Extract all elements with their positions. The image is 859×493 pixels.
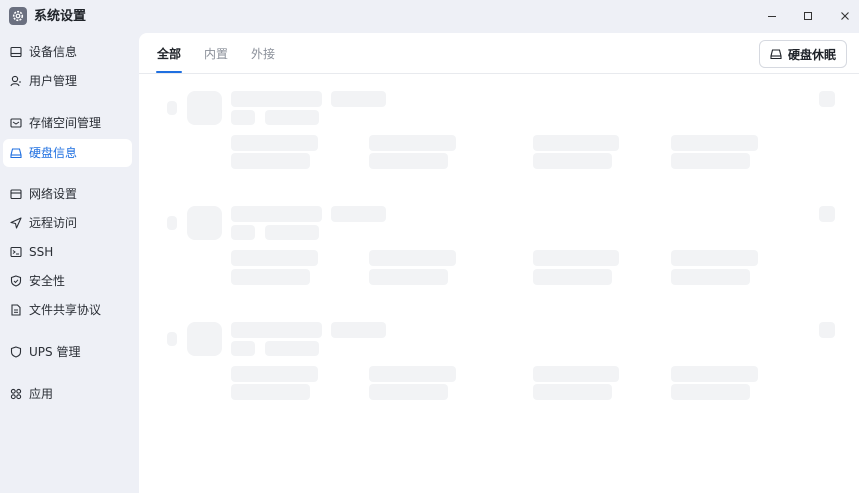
sidebar-item-label: 硬盘信息 <box>29 146 78 160</box>
skeleton-line <box>671 384 750 400</box>
storage-icon <box>10 117 22 129</box>
sidebar-item-network[interactable]: 网络设置 <box>3 180 132 208</box>
skeleton-line <box>533 135 619 151</box>
sidebar-item-remote-access[interactable]: 远程访问 <box>3 209 132 237</box>
disk-icon <box>770 49 782 60</box>
skeleton-line <box>369 366 456 382</box>
disk-icon <box>10 147 22 159</box>
skeleton-line <box>671 153 750 169</box>
sidebar-item-ups[interactable]: UPS 管理 <box>3 338 132 366</box>
sidebar: 设备信息 用户管理 存储空间管理 硬盘信息 网络设置 远程访问 SSH 安全性 … <box>0 33 139 493</box>
skeleton-action <box>819 206 835 222</box>
tab-external[interactable]: 外接 <box>251 47 275 61</box>
skeleton-line <box>231 269 310 285</box>
skeleton-line <box>331 206 386 222</box>
sidebar-item-ssh[interactable]: SSH <box>3 238 132 266</box>
skeleton-line <box>533 269 612 285</box>
active-tab-indicator <box>156 71 182 73</box>
user-icon <box>10 75 22 87</box>
skeleton-line <box>533 153 612 169</box>
sidebar-item-security[interactable]: 安全性 <box>3 267 132 295</box>
close-button[interactable] <box>834 6 856 26</box>
sidebar-item-label: 设备信息 <box>29 45 78 59</box>
skeleton-line <box>533 384 612 400</box>
device-info-icon <box>10 46 22 58</box>
sidebar-item-label: 安全性 <box>29 274 66 288</box>
skeleton-line <box>265 341 319 356</box>
skeleton-line <box>231 341 255 356</box>
skeleton-line <box>369 269 448 285</box>
main-panel: 全部 内置 外接 硬盘休眠 <box>139 33 859 493</box>
minimize-icon <box>768 16 776 17</box>
skeleton-line <box>671 269 750 285</box>
skeleton-line <box>331 91 386 107</box>
sidebar-item-label: 网络设置 <box>29 187 78 201</box>
skeleton-line <box>231 322 322 338</box>
sidebar-item-device-info[interactable]: 设备信息 <box>3 38 132 66</box>
skeleton-checkbox <box>167 332 177 346</box>
sidebar-item-users[interactable]: 用户管理 <box>3 67 132 95</box>
sidebar-item-disk-info[interactable]: 硬盘信息 <box>3 139 132 167</box>
skeleton-line <box>369 135 456 151</box>
tab-all[interactable]: 全部 <box>157 47 181 61</box>
skeleton-line <box>265 225 319 240</box>
shield-icon <box>10 346 22 358</box>
skeleton-line <box>231 110 255 125</box>
sidebar-item-label: 文件共享协议 <box>29 303 102 317</box>
skeleton-line <box>231 135 318 151</box>
sidebar-item-label: UPS 管理 <box>29 345 81 359</box>
tab-bar: 全部 内置 外接 硬盘休眠 <box>139 33 859 74</box>
skeleton-checkbox <box>167 216 177 230</box>
minimize-button[interactable] <box>761 6 783 26</box>
apps-icon <box>10 388 22 400</box>
maximize-button[interactable] <box>797 6 819 26</box>
skeleton-line <box>369 250 456 266</box>
skeleton-action <box>819 322 835 338</box>
sidebar-item-label: 存储空间管理 <box>29 116 102 130</box>
skeleton-line <box>231 153 310 169</box>
skeleton-line <box>671 366 758 382</box>
shield-check-icon <box>10 275 22 287</box>
file-icon <box>10 304 22 316</box>
gear-icon <box>9 7 27 25</box>
skeleton-line <box>369 384 448 400</box>
skeleton-line <box>231 384 310 400</box>
title-bar: 系统设置 <box>0 0 859 33</box>
disk-sleep-label: 硬盘休眠 <box>787 47 836 62</box>
sidebar-item-label: 用户管理 <box>29 74 78 88</box>
skeleton-action <box>819 91 835 107</box>
skeleton-line <box>671 135 758 151</box>
sidebar-item-file-sharing[interactable]: 文件共享协议 <box>3 296 132 324</box>
sidebar-item-label: 应用 <box>29 387 54 401</box>
skeleton-line <box>231 250 318 266</box>
skeleton-checkbox <box>167 101 177 115</box>
close-icon <box>841 12 849 20</box>
skeleton-line <box>231 225 255 240</box>
sidebar-item-storage[interactable]: 存储空间管理 <box>3 109 132 137</box>
skeleton-line <box>231 366 318 382</box>
skeleton-avatar <box>187 206 222 240</box>
skeleton-line <box>331 322 386 338</box>
skeleton-line <box>533 250 619 266</box>
skeleton-line <box>231 206 322 222</box>
send-icon <box>10 217 22 229</box>
sidebar-item-apps[interactable]: 应用 <box>3 380 132 408</box>
skeleton-line <box>369 153 448 169</box>
skeleton-line <box>265 110 319 125</box>
window-title: 系统设置 <box>34 9 87 24</box>
maximize-icon <box>804 12 812 20</box>
skeleton-avatar <box>187 91 222 125</box>
skeleton-line <box>533 366 619 382</box>
skeleton-avatar <box>187 322 222 356</box>
network-icon <box>10 188 22 200</box>
skeleton-line <box>671 250 758 266</box>
tab-internal[interactable]: 内置 <box>204 47 228 61</box>
disk-sleep-button[interactable]: 硬盘休眠 <box>759 40 847 68</box>
skeleton-line <box>231 91 322 107</box>
terminal-icon <box>10 246 22 258</box>
sidebar-item-label: 远程访问 <box>29 216 78 230</box>
sidebar-item-label: SSH <box>29 245 54 259</box>
